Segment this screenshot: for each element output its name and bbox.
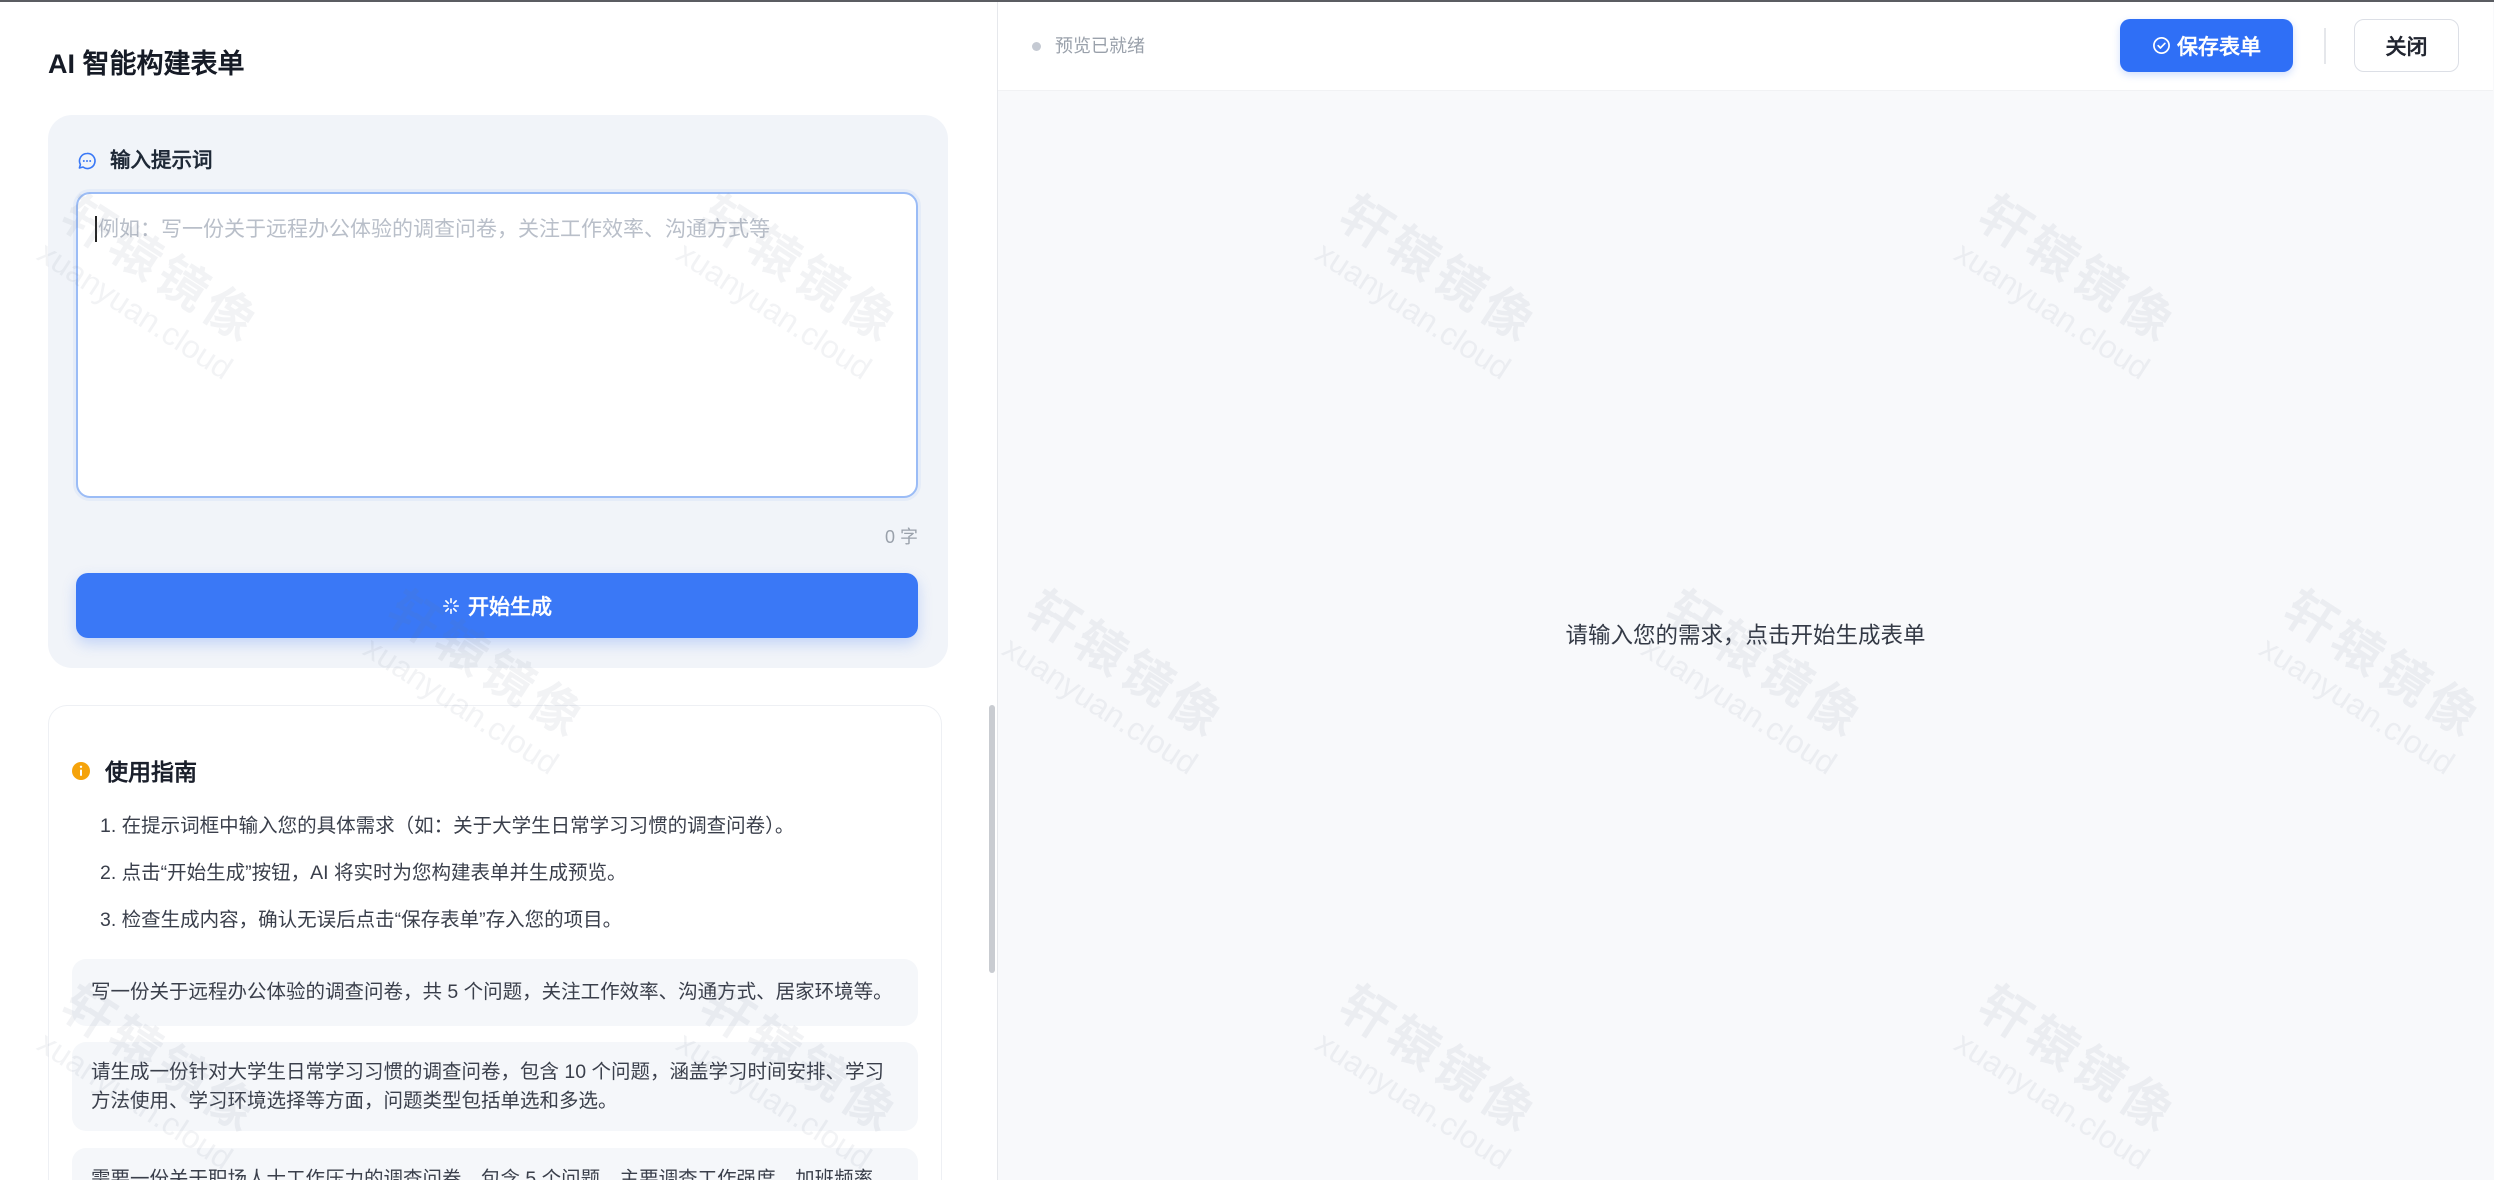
save-form-button[interactable]: 保存表单 <box>2120 19 2293 72</box>
page-title: AI 智能构建表单 <box>48 49 245 79</box>
close-button-label: 关闭 <box>2385 35 2428 59</box>
prompt-input[interactable] <box>76 192 918 498</box>
guide-card: 使用指南 1. 在提示词框中输入您的具体需求（如：关于大学生日常学习习惯的调查问… <box>48 705 942 1180</box>
window-top-border <box>0 0 2494 2</box>
char-count: 0 字 <box>884 527 918 547</box>
example-prompt-text: 请生成一份针对大学生日常学习习惯的调查问卷，包含 10 个问题，涵盖学习时间安排… <box>91 1060 885 1112</box>
status-dot-icon <box>1032 42 1041 51</box>
save-form-button-label: 保存表单 <box>2177 35 2261 59</box>
prompt-card: 输入提示词 0 字 开始生成 <box>48 115 948 668</box>
guide-step: 2. 点击“开始生成”按钮，AI 将实时为您构建表单并生成预览。 <box>100 862 627 884</box>
empty-state-message: 请输入您的需求，点击开始生成表单 <box>1565 622 1926 648</box>
check-circle-icon <box>2152 36 2171 55</box>
header-divider <box>2324 28 2326 64</box>
guide-step: 1. 在提示词框中输入您的具体需求（如：关于大学生日常学习习惯的调查问卷）。 <box>100 815 795 837</box>
info-icon <box>71 761 91 781</box>
example-prompt-card[interactable]: 请生成一份针对大学生日常学习习惯的调查问卷，包含 10 个问题，涵盖学习时间安排… <box>72 1042 918 1131</box>
chat-bubble-icon <box>77 151 97 171</box>
preview-status: 预览已就绪 <box>1055 36 1145 56</box>
preview-body: 请输入您的需求，点击开始生成表单 <box>998 91 2493 1180</box>
sparkle-icon <box>442 597 460 615</box>
generate-button-label: 开始生成 <box>468 595 552 619</box>
generate-button[interactable]: 开始生成 <box>76 573 918 638</box>
example-prompt-text: 写一份关于远程办公体验的调查问卷，共 5 个问题，关注工作效率、沟通方式、居家环… <box>91 981 893 1004</box>
scrollbar-thumb[interactable] <box>989 705 995 973</box>
guide-title: 使用指南 <box>105 759 197 785</box>
guide-step: 3. 检查生成内容，确认无误后点击“保存表单”存入您的项目。 <box>100 909 623 931</box>
preview-header: 预览已就绪 保存表单 关闭 <box>998 0 2493 91</box>
prompt-label: 输入提示词 <box>110 149 213 172</box>
text-caret <box>95 216 97 242</box>
builder-panel: AI 智能构建表单 输入提示词 0 字 <box>0 0 997 1180</box>
preview-panel: 预览已就绪 保存表单 关闭 请输入您的需求，点击开始生成表单 <box>997 0 2494 1180</box>
example-prompt-text: 需要一份关于职场人士工作压力的调查问卷，包含 5 个问题，主要调查工作强度、加班… <box>91 1168 874 1180</box>
example-prompt-card[interactable]: 需要一份关于职场人士工作压力的调查问卷，包含 5 个问题，主要调查工作强度、加班… <box>72 1148 918 1180</box>
example-prompt-card[interactable]: 写一份关于远程办公体验的调查问卷，共 5 个问题，关注工作效率、沟通方式、居家环… <box>72 959 918 1026</box>
close-button[interactable]: 关闭 <box>2354 19 2459 72</box>
